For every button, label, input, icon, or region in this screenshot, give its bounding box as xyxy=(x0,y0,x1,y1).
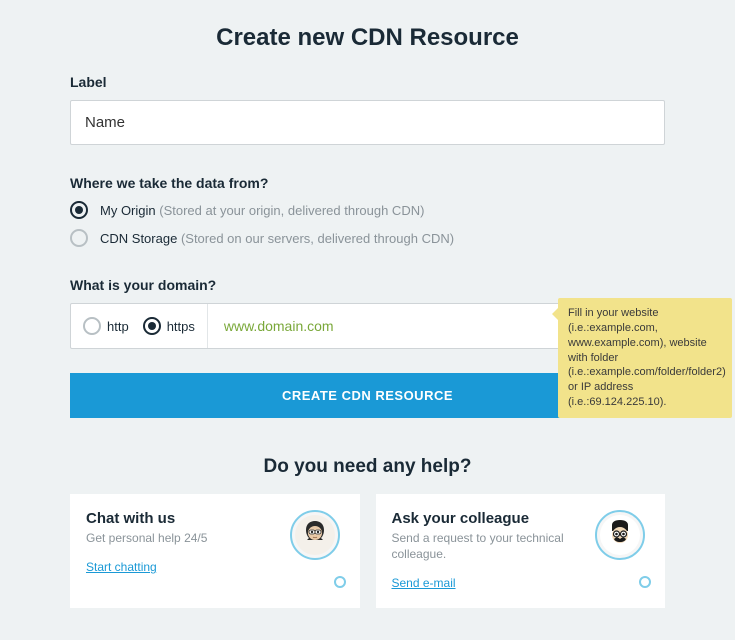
status-indicator-icon xyxy=(334,576,346,588)
help-card-chat: Chat with us Get personal help 24/5 Star… xyxy=(70,494,360,608)
protocol-group: http https xyxy=(71,304,208,348)
origin-question: Where we take the data from? xyxy=(70,175,665,191)
label-field-label: Label xyxy=(70,74,665,90)
send-email-link[interactable]: Send e-mail xyxy=(392,576,456,590)
person-icon xyxy=(295,515,335,555)
help-title: Do you need any help? xyxy=(70,456,665,478)
origin-option-name: CDN Storage xyxy=(100,231,177,246)
start-chatting-link[interactable]: Start chatting xyxy=(86,560,157,574)
radio-icon xyxy=(143,317,161,335)
protocol-label: http xyxy=(107,319,129,334)
origin-radio-my-origin[interactable]: My Origin (Stored at your origin, delive… xyxy=(70,201,665,219)
radio-icon xyxy=(83,317,101,335)
radio-icon xyxy=(70,229,88,247)
protocol-radio-https[interactable]: https xyxy=(143,317,195,335)
origin-option-desc: (Stored at your origin, delivered throug… xyxy=(159,203,424,218)
radio-icon xyxy=(70,201,88,219)
status-indicator-icon xyxy=(639,576,651,588)
avatar xyxy=(595,510,645,560)
domain-tooltip: Fill in your website (i.e.:example.com, … xyxy=(558,298,732,418)
help-card-subtitle: Send a request to your technical colleag… xyxy=(392,530,588,562)
avatar xyxy=(290,510,340,560)
help-card-title: Chat with us xyxy=(86,510,282,527)
origin-option-desc: (Stored on our servers, delivered throug… xyxy=(181,231,454,246)
domain-question: What is your domain? xyxy=(70,277,665,293)
origin-option-name: My Origin xyxy=(100,203,156,218)
page-title: Create new CDN Resource xyxy=(70,24,665,52)
protocol-radio-http[interactable]: http xyxy=(83,317,129,335)
help-card-subtitle: Get personal help 24/5 xyxy=(86,530,282,546)
protocol-label: https xyxy=(167,319,195,334)
origin-radio-cdn-storage[interactable]: CDN Storage (Stored on our servers, deli… xyxy=(70,229,665,247)
label-input[interactable] xyxy=(70,100,665,145)
help-card-colleague: Ask your colleague Send a request to you… xyxy=(376,494,666,608)
person-icon xyxy=(600,515,640,555)
help-card-title: Ask your colleague xyxy=(392,510,588,527)
